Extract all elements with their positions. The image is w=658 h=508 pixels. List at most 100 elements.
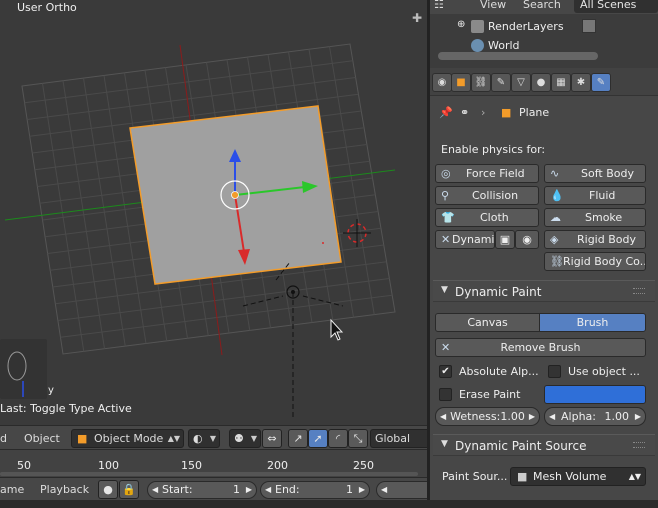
outliner: ☷ View Search All Scenes ⊕ RenderLayers … bbox=[430, 0, 658, 68]
dynamic-paint-source-panel-header[interactable]: ▼ Dynamic Paint Source bbox=[433, 434, 655, 456]
rigid-body-constraint-button[interactable]: ⛓ Rigid Body Co... bbox=[544, 252, 646, 271]
dynamic-paint-remove-button[interactable]: ✕ Dynami bbox=[435, 230, 495, 249]
tab-canvas[interactable]: Canvas bbox=[435, 313, 540, 332]
object-origin bbox=[231, 191, 239, 199]
grid-line bbox=[57, 278, 390, 321]
tab-brush[interactable]: Brush bbox=[539, 313, 646, 332]
tab-constraints[interactable]: ⛓ bbox=[471, 73, 491, 92]
end-frame-field[interactable]: ◀ End: 1 ▶ bbox=[260, 481, 370, 499]
fluid-button[interactable]: 💧 Fluid bbox=[544, 186, 646, 205]
outliner-item-label: RenderLayers bbox=[488, 20, 564, 33]
soft-body-button[interactable]: ∿ Soft Body bbox=[544, 164, 646, 183]
rigid-body-icon: ◈ bbox=[550, 233, 559, 246]
playback-menu[interactable]: Playback bbox=[40, 481, 89, 498]
absolute-alpha-checkbox[interactable]: ✔ bbox=[439, 365, 452, 378]
outliner-view-menu[interactable]: View bbox=[480, 0, 506, 11]
mesh-volume-icon: ■ bbox=[517, 470, 528, 483]
smoke-icon: ☁ bbox=[550, 211, 561, 224]
collision-button[interactable]: ⚲ Collision bbox=[435, 186, 539, 205]
dynamic-paint-render-toggle[interactable]: ▣ bbox=[495, 230, 515, 249]
paint-source-value: Mesh Volume bbox=[533, 470, 607, 483]
close-icon: ✕ bbox=[441, 233, 451, 246]
wetness-value: 1.00 bbox=[500, 410, 525, 423]
timeline-header: ame Playback ● 🔒 ◀ Start: 1 ▶ ◀ End: 1 ▶… bbox=[0, 477, 436, 500]
smoke-button[interactable]: ☁ Smoke bbox=[544, 208, 646, 227]
remove-brush-button[interactable]: ✕ Remove Brush bbox=[435, 338, 646, 357]
chevron-right-icon: › bbox=[481, 106, 486, 119]
collapse-icon: ▼ bbox=[441, 439, 448, 449]
start-frame-label: Start: bbox=[162, 483, 193, 496]
outliner-item-label: World bbox=[488, 39, 520, 52]
rigid-body-button[interactable]: ◈ Rigid Body bbox=[544, 230, 646, 249]
start-frame-field[interactable]: ◀ Start: 1 ▶ bbox=[147, 481, 257, 499]
outliner-search-menu[interactable]: Search bbox=[523, 0, 561, 11]
force-field-button[interactable]: ◎ Force Field bbox=[435, 164, 539, 183]
expand-icon[interactable]: ⊕ bbox=[457, 19, 465, 30]
timeline-scrollbar[interactable] bbox=[0, 472, 418, 476]
rotate-icon-button[interactable]: ◜ bbox=[328, 429, 348, 448]
tab-physics[interactable]: ✎ bbox=[591, 73, 611, 92]
object-preview-icon bbox=[7, 351, 27, 397]
drag-handle-icon[interactable] bbox=[633, 288, 645, 294]
pin-icon[interactable]: 📌 bbox=[439, 106, 453, 119]
dynamic-paint-panel-header[interactable]: ▼ Dynamic Paint bbox=[433, 280, 655, 302]
wetness-field[interactable]: ◀ Wetness:1.00 ▶ bbox=[435, 407, 540, 426]
svg-text:y: y bbox=[48, 385, 54, 396]
translate-manipulator-button[interactable]: ↗ bbox=[288, 429, 308, 448]
render-layer-icon bbox=[582, 19, 596, 33]
brush-color-swatch[interactable] bbox=[544, 385, 646, 404]
rotate-manipulator-button[interactable]: ➚ bbox=[308, 429, 328, 448]
use-object-color-checkbox[interactable] bbox=[548, 365, 561, 378]
outliner-editor-icon[interactable]: ☷ bbox=[434, 0, 444, 11]
lock-button[interactable]: 🔒 bbox=[119, 480, 139, 499]
3d-viewport[interactable]: y User Ortho Last: Toggle Type Active ✚ bbox=[0, 0, 427, 425]
shading-sphere-icon: ◐ bbox=[193, 432, 203, 445]
tab-modifiers[interactable]: ✎ bbox=[491, 73, 511, 92]
collapse-icon: ▼ bbox=[441, 285, 448, 295]
shading-dropdown[interactable]: ◐ ▼ bbox=[188, 429, 220, 448]
object-preview-panel bbox=[0, 339, 47, 399]
tab-texture[interactable]: ▦ bbox=[551, 73, 571, 92]
object-menu[interactable]: Object bbox=[24, 430, 60, 447]
timeline[interactable]: 50 100 150 200 250 bbox=[0, 449, 427, 477]
arc-icon: ◜ bbox=[335, 432, 341, 445]
manipulator-toggle-button[interactable]: ⇔ bbox=[262, 429, 282, 448]
erase-paint-checkbox[interactable] bbox=[439, 388, 452, 401]
drag-handle-icon[interactable] bbox=[633, 442, 645, 448]
tab-data[interactable]: ▽ bbox=[511, 73, 531, 92]
timeline-tick: 250 bbox=[353, 459, 374, 472]
alpha-field[interactable]: ◀ Alpha: 1.00 ▶ bbox=[544, 407, 646, 426]
cube-icon: ■ bbox=[501, 106, 512, 119]
alpha-label: Alpha: bbox=[561, 410, 596, 423]
orientation-dropdown[interactable]: Global bbox=[370, 429, 427, 448]
alpha-value: 1.00 bbox=[604, 410, 630, 423]
collision-icon: ⚲ bbox=[441, 189, 450, 202]
tab-material[interactable]: ● bbox=[531, 73, 551, 92]
outliner-header: ☷ View Search All Scenes bbox=[430, 0, 658, 14]
last-operator-label: Last: Toggle Type Active bbox=[0, 402, 132, 415]
timeline-tick: 150 bbox=[181, 459, 202, 472]
keying-set-button[interactable]: ● bbox=[98, 480, 118, 499]
use-object-color-label: Use object ... bbox=[568, 365, 640, 378]
select-menu[interactable]: d bbox=[0, 430, 7, 447]
cube-icon: ■ bbox=[77, 432, 88, 445]
mode-dropdown[interactable]: ■ Object Mode ▲▼ bbox=[71, 429, 184, 448]
display-mode-dropdown[interactable]: All Scenes bbox=[574, 0, 658, 13]
tab-particles[interactable]: ✱ bbox=[571, 73, 591, 92]
cloth-button[interactable]: 👕 Cloth bbox=[435, 208, 539, 227]
frame-menu[interactable]: ame bbox=[0, 481, 24, 498]
viewport-split-widget[interactable]: ✚ bbox=[412, 12, 424, 24]
tab-render[interactable]: ◉ bbox=[432, 73, 452, 92]
cube-icon: ■ bbox=[456, 77, 466, 88]
outliner-row-renderlayers[interactable]: ⊕ RenderLayers bbox=[430, 17, 658, 36]
window-bottom-edge bbox=[0, 500, 658, 508]
outliner-scrollbar[interactable] bbox=[438, 52, 598, 60]
tab-object[interactable]: ■ bbox=[451, 73, 471, 92]
dynamic-paint-visibility-toggle[interactable]: ◉ bbox=[515, 230, 539, 249]
panel-title: Dynamic Paint bbox=[455, 285, 542, 299]
scale-manipulator-button[interactable]: ⤡ bbox=[348, 429, 368, 448]
pivot-dropdown[interactable]: ⚉ ▼ bbox=[229, 429, 261, 448]
close-icon: ✕ bbox=[441, 341, 451, 354]
paint-source-dropdown[interactable]: ■ Mesh Volume ▲▼ bbox=[510, 467, 646, 486]
paint-source-label: Paint Sour... bbox=[442, 470, 508, 483]
